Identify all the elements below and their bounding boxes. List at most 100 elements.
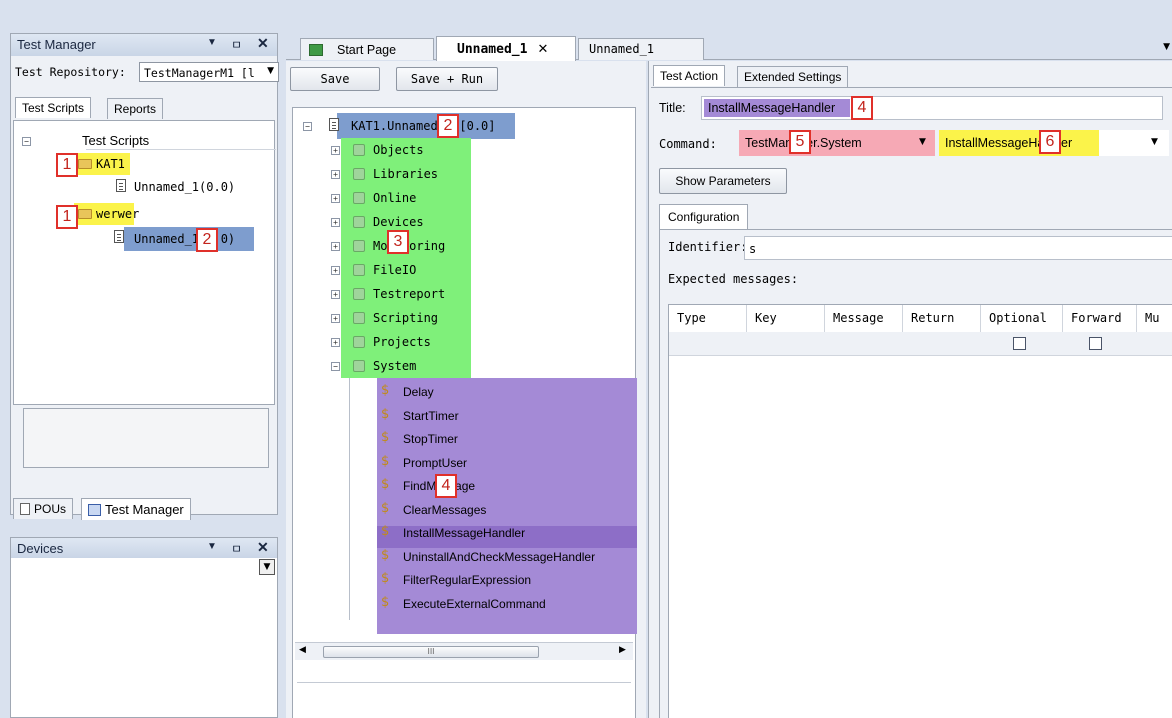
- command-icon: $: [381, 547, 390, 563]
- repository-select[interactable]: TestManagerM1 [l ▼: [139, 62, 279, 82]
- tree-connector: [349, 378, 350, 620]
- test-manager-header: Test Manager ▼ ㅁ ✕: [11, 34, 277, 56]
- scroll-thumb[interactable]: III: [323, 646, 539, 658]
- chevron-down-icon: ▼: [919, 137, 926, 147]
- tree-group-devices[interactable]: Devices: [373, 215, 424, 229]
- expand-icon[interactable]: +: [331, 290, 340, 299]
- devices-dropdown-button[interactable]: ▼: [259, 559, 275, 575]
- title-input[interactable]: InstallMessageHandler: [701, 96, 1163, 120]
- collapse-icon[interactable]: −: [331, 362, 340, 371]
- tree-group-monitoring[interactable]: Monitoring: [373, 239, 445, 253]
- close-icon[interactable]: ✕: [257, 35, 269, 52]
- action-content: Title: InstallMessageHandler 4 Command: …: [651, 87, 1172, 718]
- script-unnamed-1[interactable]: Unnamed_1(0.0): [134, 180, 235, 194]
- chevron-down-icon[interactable]: ▼: [1163, 42, 1170, 52]
- tab-reports[interactable]: Reports: [107, 98, 164, 119]
- tree-group-online[interactable]: Online: [373, 191, 416, 205]
- show-parameters-button[interactable]: Show Parameters: [659, 168, 787, 194]
- tree-command-uninstallandcheckmessagehandler[interactable]: UninstallAndCheckMessageHandler: [403, 550, 595, 564]
- document-icon: [329, 118, 339, 131]
- tree-group-scripting[interactable]: Scripting: [373, 311, 438, 325]
- horizontal-scrollbar[interactable]: ◀ III ▶: [295, 642, 633, 660]
- start-page-icon: [309, 43, 323, 56]
- tab-unnamed-1-active[interactable]: Unnamed_1 ✕: [436, 36, 576, 61]
- scroll-right-icon[interactable]: ▶: [619, 645, 626, 655]
- tree-group-system[interactable]: System: [373, 359, 416, 373]
- tree-command-promptuser[interactable]: PromptUser: [403, 456, 467, 470]
- editor-tab-bar: Start Page Unnamed_1 ✕ Unnamed_1 ▼: [286, 36, 1172, 61]
- command-icon: $: [381, 524, 390, 539]
- pin-icon[interactable]: ㅁ: [231, 36, 242, 53]
- scroll-left-icon[interactable]: ◀: [299, 645, 306, 655]
- pin-icon[interactable]: ㅁ: [231, 540, 242, 557]
- chevron-down-icon[interactable]: ▼: [207, 37, 217, 48]
- folder-kat1[interactable]: KAT1: [96, 157, 125, 171]
- optional-checkbox[interactable]: [1013, 337, 1026, 350]
- tree-group-testreport[interactable]: Testreport: [373, 287, 445, 301]
- repository-label: Test Repository:: [15, 65, 126, 79]
- expand-icon[interactable]: +: [331, 338, 340, 347]
- command-icon: $: [381, 383, 390, 398]
- tree-command-executeexternalcommand[interactable]: ExecuteExternalCommand: [403, 597, 546, 611]
- tree-group-projects[interactable]: Projects: [373, 335, 431, 349]
- column-header-key[interactable]: Key: [747, 305, 825, 332]
- command-icon: $: [381, 594, 390, 610]
- expand-icon[interactable]: +: [331, 242, 340, 251]
- annotation-badge: 4: [851, 96, 873, 120]
- tree-command-clearmessages[interactable]: ClearMessages: [403, 503, 486, 517]
- tree-group-fileio[interactable]: FileIO: [373, 263, 416, 277]
- column-header-return[interactable]: Return: [903, 305, 981, 332]
- tab-test-action[interactable]: Test Action: [653, 65, 726, 86]
- tab-configuration[interactable]: Configuration: [659, 204, 749, 229]
- column-header-forward[interactable]: Forward: [1063, 305, 1137, 332]
- identifier-input[interactable]: s: [744, 236, 1172, 260]
- expected-messages-table: Type Key Message Return Optional Forward Mu: [668, 304, 1172, 718]
- close-icon[interactable]: ✕: [257, 539, 269, 556]
- script-unnamed-selected[interactable]: Unnamed_1(0.0): [134, 232, 235, 246]
- annotation-badge: 6: [1039, 130, 1061, 154]
- close-icon[interactable]: ✕: [537, 42, 548, 57]
- annotation-badge: 1: [56, 205, 78, 229]
- tree-group-objects[interactable]: Objects: [373, 143, 424, 157]
- folder-werwer[interactable]: werwer: [96, 207, 139, 221]
- chevron-down-icon[interactable]: ▼: [207, 541, 217, 552]
- expand-icon[interactable]: +: [331, 194, 340, 203]
- group-icon: [353, 168, 365, 180]
- tree-command-starttimer[interactable]: StartTimer: [403, 409, 459, 423]
- expand-icon[interactable]: +: [331, 266, 340, 275]
- column-header-message[interactable]: Message: [825, 305, 903, 332]
- expand-icon[interactable]: +: [331, 218, 340, 227]
- tab-test-scripts[interactable]: Test Scripts: [15, 97, 92, 118]
- column-header-type[interactable]: Type: [669, 305, 747, 332]
- group-icon: [353, 264, 365, 276]
- command-category-select[interactable]: TestManager.System ▼: [739, 130, 935, 156]
- column-header-optional[interactable]: Optional: [981, 305, 1063, 332]
- column-header-mu[interactable]: Mu: [1137, 305, 1172, 332]
- tab-test-manager[interactable]: Test Manager: [81, 498, 191, 520]
- save-run-button[interactable]: Save + Run: [396, 67, 498, 91]
- tab-unnamed-1[interactable]: Unnamed_1: [578, 38, 704, 60]
- chevron-down-icon: ▼: [267, 66, 274, 76]
- tab-extended-settings[interactable]: Extended Settings: [737, 66, 849, 87]
- tree-command-stoptimer[interactable]: StopTimer: [403, 432, 458, 446]
- tree-command-installmessagehandler[interactable]: InstallMessageHandler: [403, 526, 525, 540]
- forward-checkbox[interactable]: [1089, 337, 1102, 350]
- command-icon: $: [381, 430, 390, 445]
- collapse-icon[interactable]: −: [22, 137, 31, 146]
- expand-icon[interactable]: +: [331, 314, 340, 323]
- command-icon: $: [381, 477, 390, 492]
- script-root[interactable]: KAT1.Unnamed_1 [0.0]: [351, 119, 496, 133]
- tree-group-libraries[interactable]: Libraries: [373, 167, 438, 181]
- tree-command-filterregularexpression[interactable]: FilterRegularExpression: [403, 573, 531, 587]
- tab-start-page[interactable]: Start Page: [300, 38, 434, 60]
- document-icon: [116, 179, 126, 192]
- expand-icon[interactable]: +: [331, 170, 340, 179]
- tree-command-delay[interactable]: Delay: [403, 385, 434, 399]
- group-icon: [353, 144, 365, 156]
- panel-title: Test Manager: [17, 37, 96, 52]
- output-box: [297, 682, 631, 718]
- tab-pous[interactable]: POUs: [13, 498, 74, 519]
- save-button[interactable]: Save: [290, 67, 380, 91]
- collapse-icon[interactable]: −: [303, 122, 312, 131]
- expand-icon[interactable]: +: [331, 146, 340, 155]
